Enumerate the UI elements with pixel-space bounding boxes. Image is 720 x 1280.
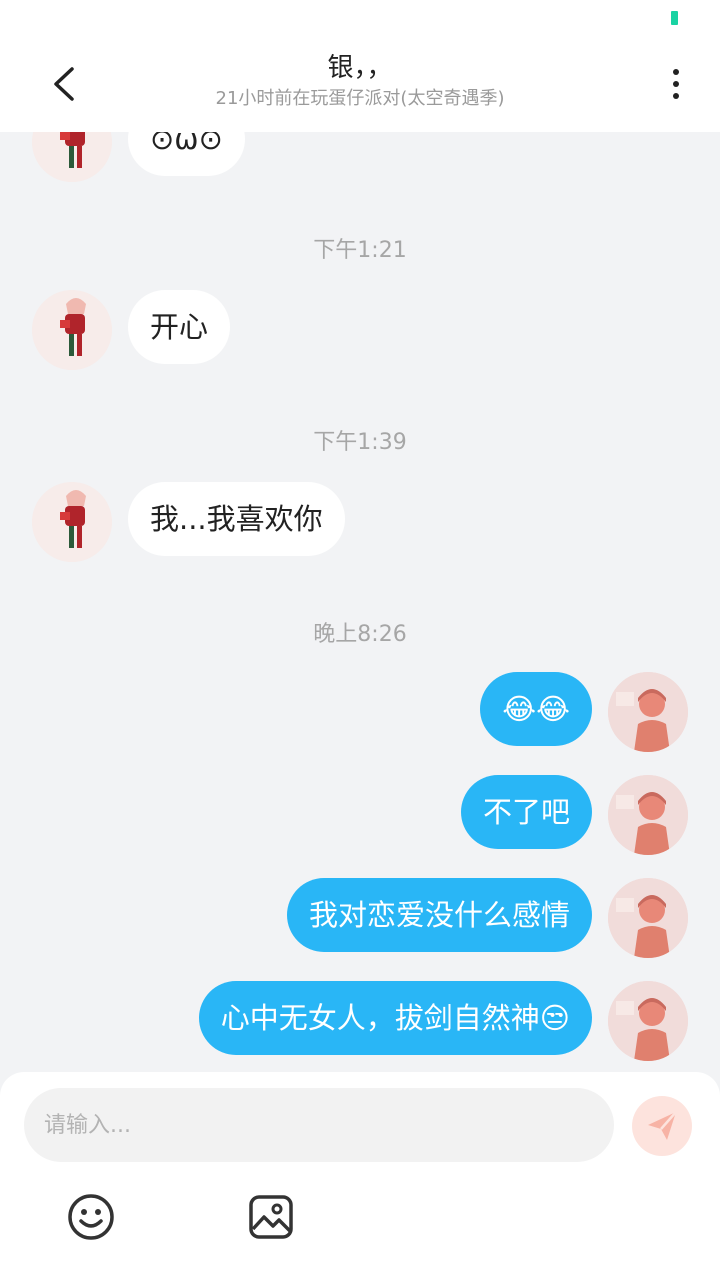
contact-avatar[interactable] xyxy=(32,290,112,370)
chat-header: 银，， 21小时前在玩蛋仔派对(太空奇遇季) xyxy=(0,36,720,132)
user-avatar[interactable] xyxy=(608,672,688,752)
page-title: 银，， xyxy=(327,53,393,83)
message-timestamp: 下午1:21 xyxy=(313,238,407,263)
message-timestamp: 晚上8:26 xyxy=(313,622,407,647)
message-bubble[interactable]: 😂😂 xyxy=(480,672,592,746)
back-button[interactable] xyxy=(40,60,88,108)
emoji-button[interactable] xyxy=(66,1192,116,1242)
message-input[interactable] xyxy=(24,1088,614,1162)
image-icon xyxy=(249,1195,293,1239)
anime-boy-avatar-icon xyxy=(608,878,688,958)
more-vertical-icon xyxy=(673,93,679,99)
anime-girl-avatar-icon xyxy=(32,290,112,370)
message-bubble[interactable]: 不了吧 xyxy=(460,775,592,849)
contact-avatar[interactable] xyxy=(32,132,112,182)
smiley-icon xyxy=(68,1194,114,1240)
anime-boy-avatar-icon xyxy=(608,672,688,752)
input-panel xyxy=(0,1072,720,1280)
title-block: 银，， 21小时前在玩蛋仔派对(太空奇遇季) xyxy=(110,50,610,112)
message-bubble[interactable]: 开心 xyxy=(128,290,231,364)
chat-message-list[interactable]: ⊙ω⊙ 下午1:21 开心 下午1:39 我...我喜欢你 晚上8:26 😂😂 … xyxy=(0,132,720,1072)
user-avatar[interactable] xyxy=(608,878,688,958)
message-timestamp: 下午1:39 xyxy=(313,430,407,455)
status-subtitle: 21小时前在玩蛋仔派对(太空奇遇季) xyxy=(215,88,505,109)
message-bubble[interactable]: 心中无女人，拔剑自然神😒 xyxy=(198,981,592,1055)
anime-girl-avatar-icon xyxy=(32,132,112,182)
message-bubble[interactable]: 我对恋爱没什么感情 xyxy=(286,878,592,952)
anime-girl-avatar-icon xyxy=(32,482,112,562)
back-arrow-icon xyxy=(54,67,74,101)
user-avatar[interactable] xyxy=(608,775,688,855)
contact-avatar[interactable] xyxy=(32,482,112,562)
image-button[interactable] xyxy=(246,1192,296,1242)
status-bar xyxy=(0,0,720,36)
battery-icon xyxy=(671,11,678,25)
more-vertical-icon xyxy=(673,69,679,75)
send-button[interactable] xyxy=(632,1096,692,1156)
message-bubble[interactable]: 我...我喜欢你 xyxy=(128,482,345,556)
more-options-button[interactable] xyxy=(660,60,692,108)
send-icon xyxy=(648,1111,677,1140)
anime-boy-avatar-icon xyxy=(608,775,688,855)
more-vertical-icon xyxy=(673,81,679,87)
message-bubble[interactable]: ⊙ω⊙ xyxy=(128,132,245,176)
anime-boy-avatar-icon xyxy=(608,981,688,1061)
user-avatar[interactable] xyxy=(608,981,688,1061)
